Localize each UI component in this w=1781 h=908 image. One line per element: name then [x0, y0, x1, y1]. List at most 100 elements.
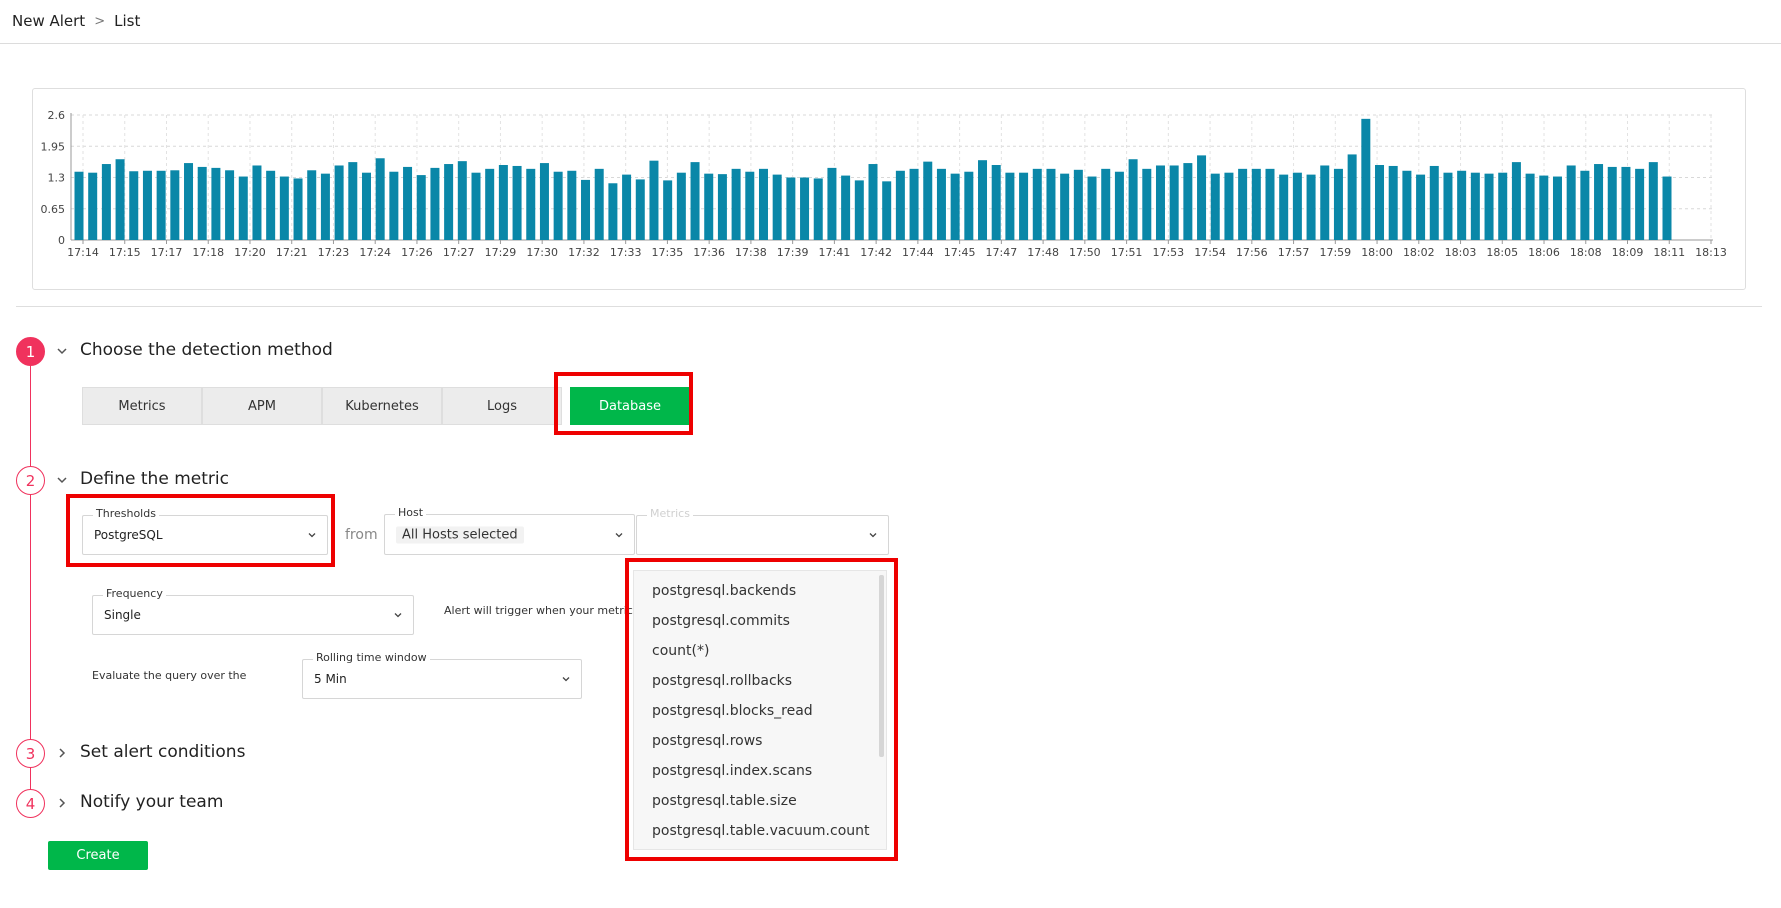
metrics-option[interactable]: postgresql.table.vacuum.count	[652, 823, 870, 839]
bar	[1155, 165, 1165, 240]
x-tick-label: 17:47	[986, 246, 1018, 259]
x-tick-label: 18:09	[1612, 246, 1644, 259]
y-tick-label: 0.65	[41, 203, 66, 216]
step-4-number: 4	[16, 789, 45, 818]
x-tick-label: 17:59	[1319, 246, 1351, 259]
x-tick-label: 17:29	[485, 246, 517, 259]
breadcrumb-parent[interactable]: New Alert	[12, 12, 85, 30]
step-1-title[interactable]: Choose the detection method	[80, 340, 333, 360]
metrics-option[interactable]: postgresql.rollbacks	[652, 673, 792, 689]
bar	[567, 170, 577, 240]
bar	[1525, 173, 1535, 240]
x-tick-label: 17:50	[1069, 246, 1101, 259]
bar	[1251, 168, 1261, 240]
chevron-right-icon[interactable]	[56, 797, 68, 809]
bar	[854, 180, 864, 240]
bar	[936, 168, 946, 240]
tab-kubernetes[interactable]: Kubernetes	[322, 387, 442, 425]
metrics-option[interactable]: postgresql.index.scans	[652, 763, 812, 779]
y-tick-label: 1.95	[41, 140, 66, 153]
bar	[813, 178, 823, 240]
x-tick-label: 17:20	[234, 246, 266, 259]
create-button[interactable]: Create	[48, 841, 148, 870]
host-select[interactable]: Host All Hosts selected	[384, 506, 635, 555]
bar	[129, 171, 139, 240]
bar	[649, 160, 659, 240]
bar	[293, 178, 303, 240]
metrics-option[interactable]: count(*)	[652, 643, 709, 659]
steps-timeline	[30, 352, 31, 802]
metrics-select[interactable]: Metrics	[636, 507, 889, 555]
bar	[539, 163, 549, 240]
metrics-dropdown-list[interactable]: postgresql.backends postgresql.commits c…	[633, 570, 887, 850]
bar	[800, 177, 810, 240]
x-tick-label: 17:23	[318, 246, 350, 259]
bar	[1402, 170, 1412, 240]
chevron-down-icon[interactable]	[56, 474, 68, 486]
x-tick-label: 17:38	[735, 246, 767, 259]
breadcrumb: New Alert > List	[12, 12, 140, 30]
metrics-label: Metrics	[647, 507, 693, 520]
bar	[252, 165, 262, 240]
tab-database[interactable]: Database	[570, 387, 690, 425]
step-2-title[interactable]: Define the metric	[80, 469, 229, 489]
bar	[1292, 172, 1302, 240]
bar	[950, 173, 960, 240]
bar	[225, 170, 235, 240]
bar	[772, 174, 782, 240]
bar	[1306, 174, 1316, 240]
thresholds-select[interactable]: Thresholds PostgreSQL	[82, 507, 328, 555]
tab-apm[interactable]: APM	[202, 387, 322, 425]
dropdown-scrollbar[interactable]	[879, 575, 884, 757]
bar	[1470, 172, 1480, 240]
y-tick-label: 0	[58, 234, 65, 247]
chevron-right-icon[interactable]	[56, 747, 68, 759]
breadcrumb-separator: >	[94, 13, 106, 29]
metrics-option[interactable]: postgresql.table.size	[652, 793, 797, 809]
tab-metrics[interactable]: Metrics	[82, 387, 202, 425]
metrics-option[interactable]: postgresql.rows	[652, 733, 762, 749]
bar	[1101, 168, 1111, 240]
top-divider	[0, 43, 1781, 44]
bar	[663, 180, 673, 240]
bar	[526, 168, 536, 240]
bar	[1552, 176, 1562, 240]
bar	[430, 167, 440, 240]
bar	[1566, 165, 1576, 240]
bar	[1361, 118, 1371, 240]
detection-method-tabs: Metrics APM Kubernetes Logs Database	[82, 387, 690, 425]
metrics-option[interactable]: postgresql.backends	[652, 583, 796, 599]
bar	[758, 168, 768, 240]
bar	[1142, 168, 1152, 240]
bar	[170, 170, 180, 240]
rolling-window-value: 5 Min	[314, 672, 347, 686]
rolling-window-select[interactable]: Rolling time window 5 Min	[302, 651, 582, 699]
bar	[1443, 172, 1453, 240]
chevron-down-icon[interactable]	[56, 345, 68, 357]
step-3-title[interactable]: Set alert conditions	[80, 742, 245, 762]
bar	[608, 183, 618, 240]
bar	[1087, 176, 1097, 240]
bar	[1662, 176, 1672, 240]
bar	[361, 172, 371, 240]
bar	[1197, 155, 1207, 240]
frequency-select[interactable]: Frequency Single	[92, 587, 414, 635]
bar	[115, 159, 125, 240]
frequency-label: Frequency	[103, 587, 166, 600]
bar	[841, 175, 851, 240]
bar	[1060, 173, 1070, 240]
x-tick-label: 17:17	[151, 246, 183, 259]
bar	[389, 171, 399, 240]
metrics-option[interactable]: postgresql.commits	[652, 613, 790, 629]
bar	[786, 177, 796, 240]
bar	[1128, 159, 1138, 240]
bar	[457, 161, 467, 240]
step-4-title[interactable]: Notify your team	[80, 792, 223, 812]
x-tick-label: 17:51	[1111, 246, 1143, 259]
x-tick-label: 17:33	[610, 246, 642, 259]
bar	[211, 167, 221, 240]
tab-logs[interactable]: Logs	[442, 387, 562, 425]
bar	[1388, 165, 1398, 240]
breadcrumb-current: List	[114, 12, 141, 30]
metrics-option[interactable]: postgresql.blocks_read	[652, 703, 813, 719]
